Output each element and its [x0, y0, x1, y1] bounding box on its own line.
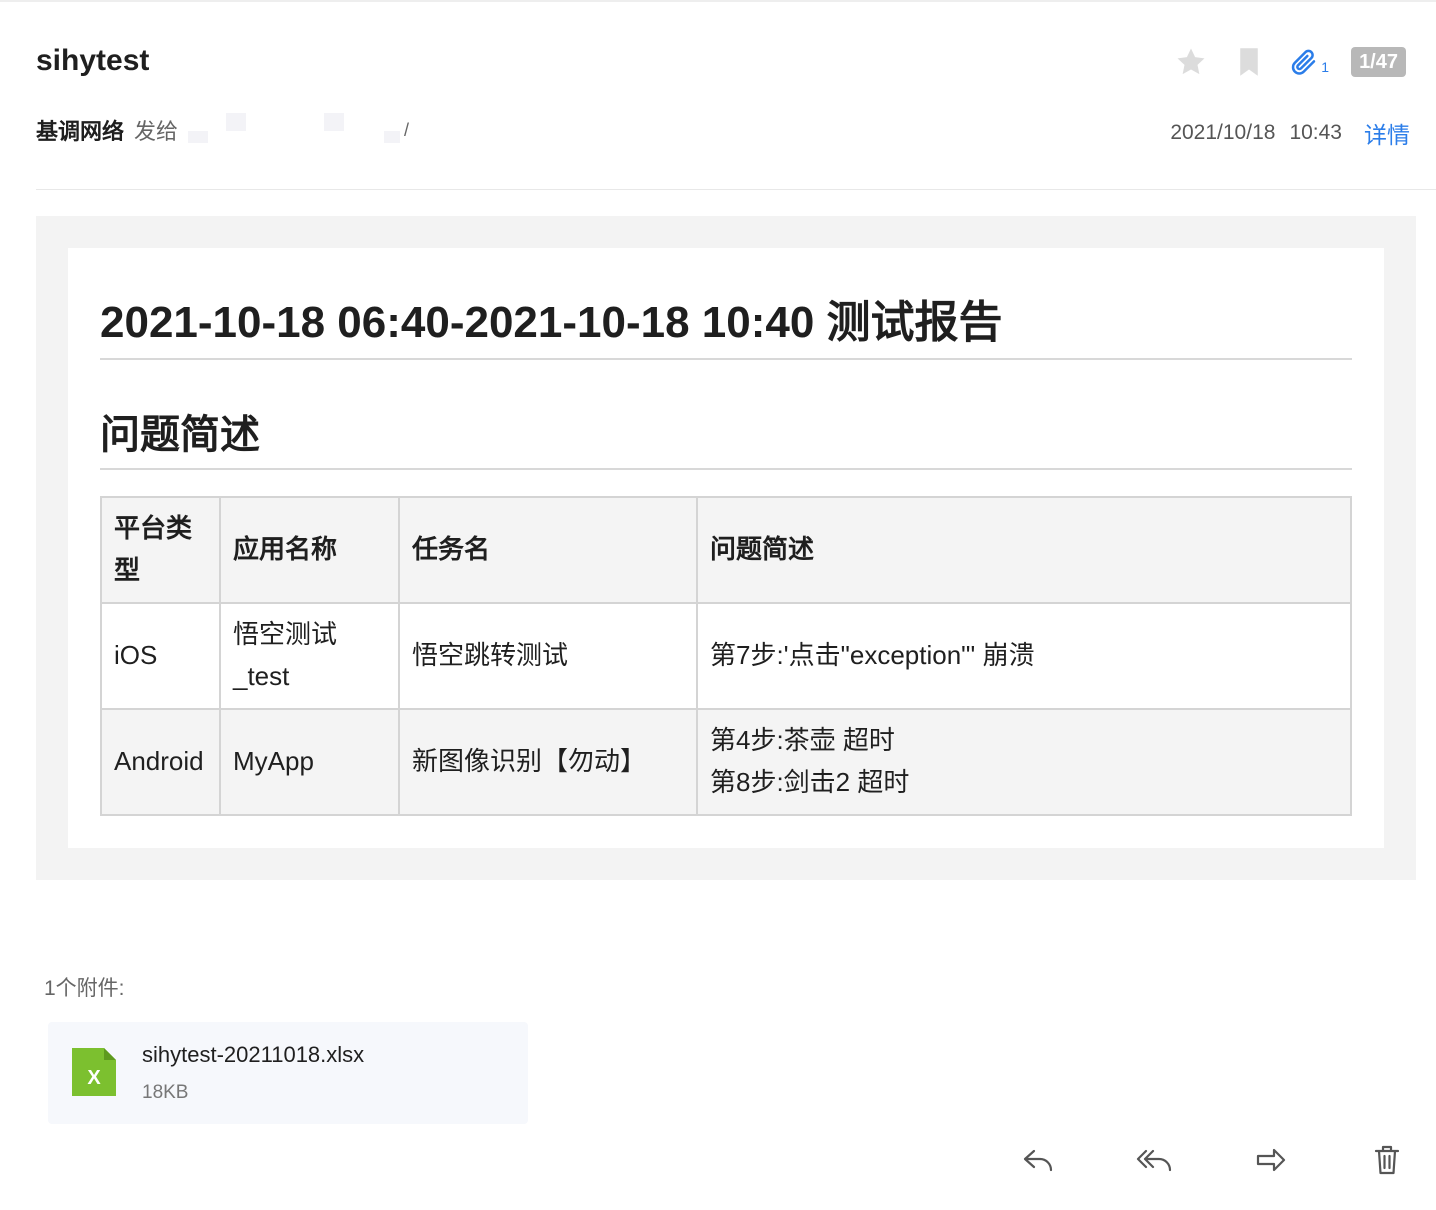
- paperclip-icon: [1292, 49, 1316, 75]
- issue-line: 第8步:剑击2 超时: [710, 767, 910, 797]
- reply-all-button[interactable]: [1130, 1140, 1180, 1180]
- cell-task: 悟空跳转测试: [398, 602, 698, 710]
- header-app: 应用名称: [219, 496, 400, 604]
- attachment-file-name: sihytest-20211018.xlsx: [142, 1042, 365, 1067]
- cell-issues: 第7步:'点击"exception"' 崩溃: [696, 602, 1352, 710]
- section-title: 问题简述: [100, 402, 1352, 470]
- sent-time: 10:43: [1289, 121, 1342, 144]
- forward-icon: [1256, 1148, 1286, 1172]
- cell-task: 新图像识别【勿动】: [398, 708, 698, 816]
- cell-platform: Android: [100, 708, 221, 816]
- star-icon[interactable]: [1173, 44, 1209, 80]
- issue-line: 第4步:茶壶 超时: [710, 725, 895, 756]
- issue-line: 第7步:'点击"exception"' 崩溃: [710, 640, 1035, 671]
- attachment-file-size: 18KB: [142, 1082, 189, 1103]
- email-toolbar: 1 1/47: [1173, 44, 1406, 80]
- issues-table: 平台类型 应用名称 任务名 问题简述 iOS 悟空测试_test 悟空跳转测试 …: [100, 496, 1352, 816]
- report-card: 2021-10-18 06:40-2021-10-18 10:40 测试报告 问…: [68, 248, 1384, 848]
- send-verb: 发给: [134, 119, 179, 144]
- attachment-card[interactable]: X sihytest-20211018.xlsx 18KB: [48, 1022, 528, 1124]
- report-title: 2021-10-18 06:40-2021-10-18 10:40 测试报告: [100, 286, 1352, 360]
- header-divider: [36, 189, 1436, 190]
- trash-icon: [1374, 1145, 1400, 1175]
- redacted-recipient: [324, 113, 345, 131]
- cell-issues: 第4步:茶壶 超时 第8步:剑击2 超时: [696, 708, 1352, 816]
- sender-name[interactable]: 基调网络: [36, 114, 124, 146]
- redacted-recipient: [384, 131, 401, 143]
- sender-row: 基调网络 发给 /: [36, 113, 410, 146]
- attachments-label: 1个附件:: [44, 977, 125, 1000]
- forward-button[interactable]: [1246, 1140, 1296, 1180]
- cell-platform: iOS: [100, 602, 221, 710]
- cell-app: 悟空测试_test: [219, 602, 400, 710]
- email-meta: 2021/10/18 10:43 详情: [1170, 116, 1410, 150]
- excel-file-icon: X: [72, 1048, 116, 1096]
- header-platform: 平台类型: [100, 496, 221, 604]
- header-task: 任务名: [398, 496, 698, 604]
- table-row: Android MyApp 新图像识别【勿动】 第4步:茶壶 超时 第8步:剑击…: [100, 708, 1352, 816]
- reply-button[interactable]: [1014, 1140, 1064, 1180]
- reply-all-icon: [1136, 1149, 1172, 1172]
- sent-date: 2021/10/18: [1170, 121, 1276, 144]
- email-subject: sihytest: [36, 44, 150, 77]
- table-row: iOS 悟空测试_test 悟空跳转测试 第7步:'点击"exception"'…: [100, 602, 1352, 710]
- reply-icon: [1023, 1149, 1053, 1172]
- attachment-indicator[interactable]: 1: [1289, 47, 1329, 77]
- mail-actions: [1014, 1140, 1412, 1180]
- top-border: [0, 0, 1436, 2]
- mail-body: 2021-10-18 06:40-2021-10-18 10:40 测试报告 问…: [36, 216, 1416, 880]
- header-issues: 问题简述: [696, 496, 1352, 604]
- excel-file-icon-letter: X: [87, 1067, 101, 1089]
- redacted-recipient: [188, 131, 209, 143]
- attachment-count: 1: [1321, 59, 1330, 75]
- redacted-recipient: [226, 113, 247, 131]
- recipient-separator: /: [404, 119, 410, 140]
- table-header-row: 平台类型 应用名称 任务名 问题简述: [100, 496, 1352, 604]
- mail-position-badge: 1/47: [1351, 47, 1406, 77]
- bookmark-icon[interactable]: [1231, 44, 1267, 80]
- details-link[interactable]: 详情: [1364, 116, 1410, 150]
- delete-button[interactable]: [1362, 1140, 1412, 1180]
- cell-app: MyApp: [219, 708, 400, 816]
